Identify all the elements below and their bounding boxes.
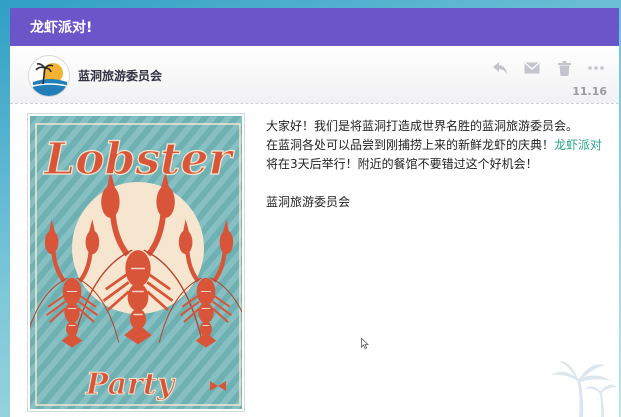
announcement-text-2: 将在3天后举行！附近的餐馆不要错过这个好机会！ (266, 157, 538, 171)
reply-button[interactable] (491, 60, 509, 76)
reply-icon (493, 62, 507, 74)
announcement-text-1: 在蓝洞各处可以品尝到刚捕捞上来的新鲜龙虾的庆典！ (266, 138, 555, 152)
sender-avatar (28, 55, 70, 97)
mail-button[interactable] (523, 60, 541, 76)
mail-icon (524, 62, 540, 74)
palm-tree-icon (551, 361, 617, 417)
poster-title: Lobster (42, 134, 234, 185)
trash-icon (557, 60, 571, 76)
delete-button[interactable] (555, 60, 573, 76)
announcement-paragraph: 在蓝洞各处可以品尝到刚捕捞上来的新鲜龙虾的庆典！龙虾派对将在3天后举行！附近的餐… (266, 136, 606, 174)
mail-window: 龙虾派对! 蓝洞旅游委员会 11.16 Lobster Party 大家好！我们… (10, 8, 619, 417)
greeting-paragraph: 大家好！我们是将蓝洞打造成世界名胜的蓝洞旅游委员会。 (266, 119, 579, 133)
signature: 蓝洞旅游委员会 (266, 195, 351, 209)
lobster-party-link[interactable]: 龙虾派对 (554, 138, 602, 152)
message-text: 大家好！我们是将蓝洞打造成世界名胜的蓝洞旅游委员会。 在蓝洞各处可以品尝到刚捕捞… (266, 117, 606, 212)
mouse-cursor-icon (361, 338, 369, 349)
poster-subtitle: Party (85, 367, 177, 402)
title-bar: 龙虾派对! (10, 8, 619, 46)
lobster-party-poster: Lobster Party (28, 114, 244, 411)
more-icon (588, 66, 604, 70)
mail-body: Lobster Party 大家好！我们是将蓝洞打造成世界名胜的蓝洞旅游委员会。… (10, 104, 619, 417)
mail-title: 龙虾派对! (30, 20, 93, 36)
sender-name: 蓝洞旅游委员会 (78, 69, 163, 83)
sender-bar: 蓝洞旅游委员会 11.16 (10, 46, 619, 104)
mail-date: 11.16 (572, 85, 607, 98)
more-button[interactable] (587, 60, 605, 76)
mail-toolbar (491, 60, 605, 76)
